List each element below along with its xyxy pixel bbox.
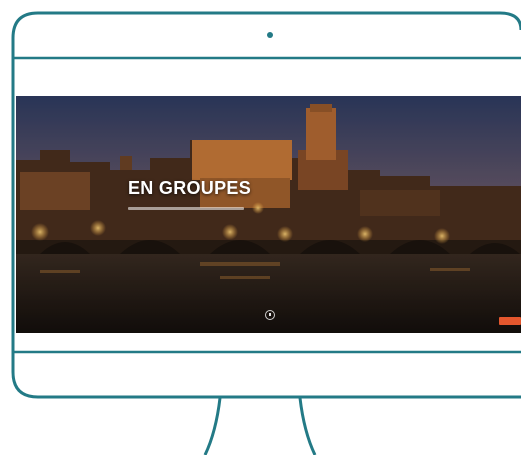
hero-banner: EN GROUPES <box>16 96 521 333</box>
camera-dot-icon <box>267 32 273 38</box>
scroll-down-icon[interactable] <box>265 310 275 320</box>
cta-button[interactable] <box>499 317 521 325</box>
hero-title: EN GROUPES <box>128 178 252 198</box>
hero-subtitle-line <box>128 207 244 210</box>
